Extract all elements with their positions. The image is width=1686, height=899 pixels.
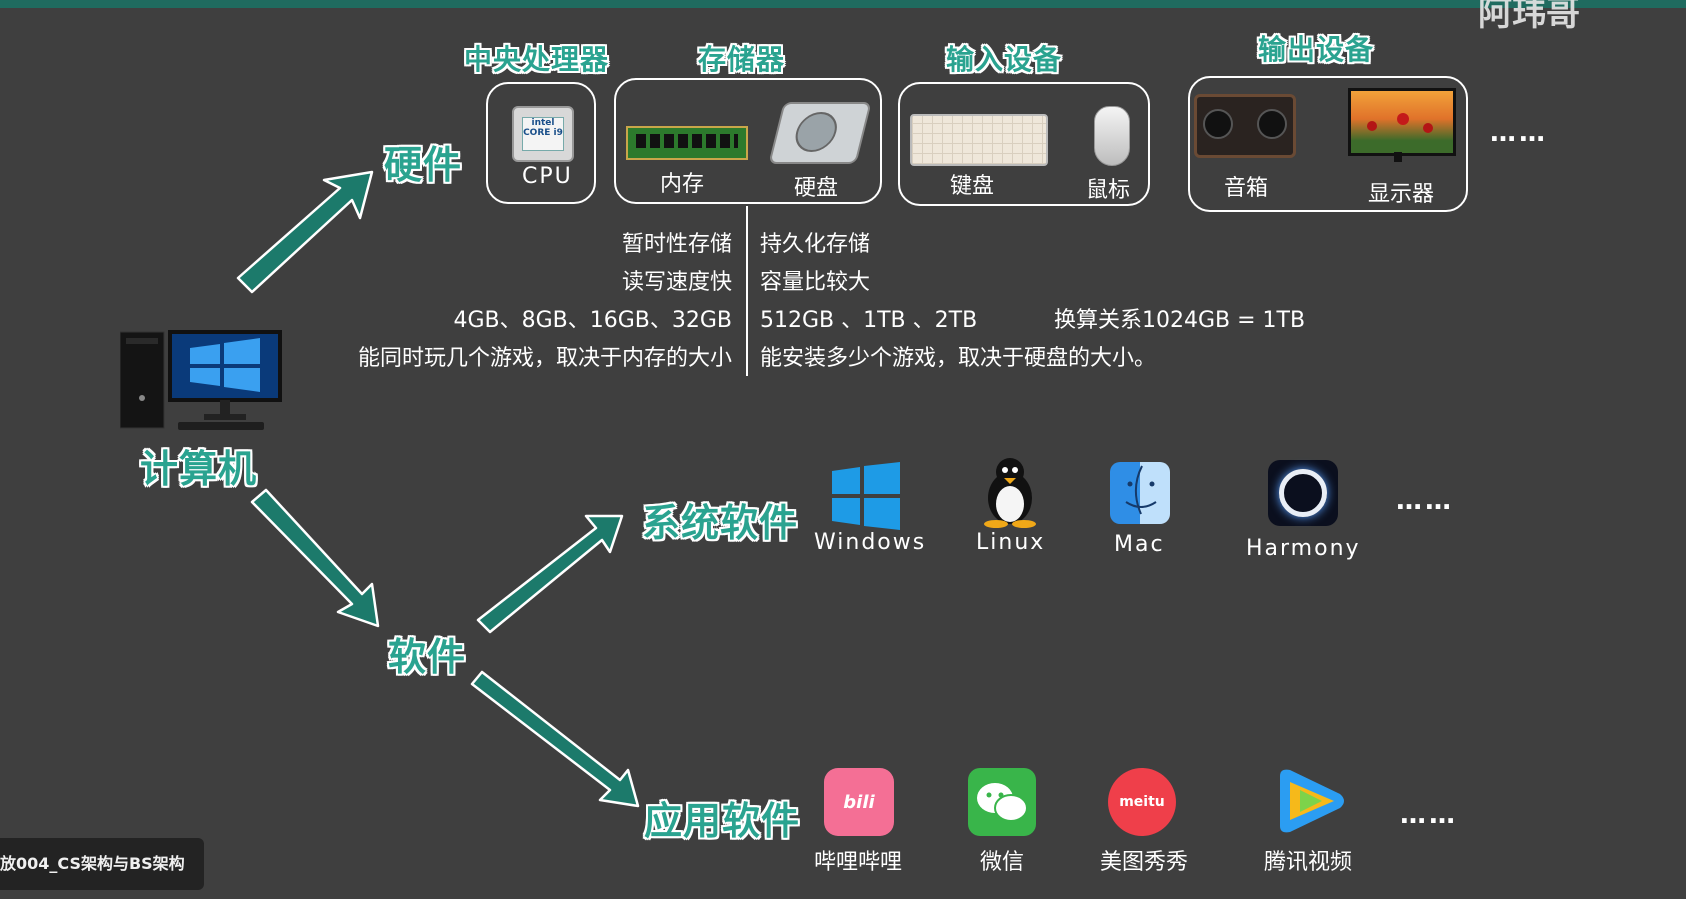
output-box: 音箱 显示器 bbox=[1188, 76, 1468, 212]
ram-label: 内存 bbox=[660, 172, 705, 197]
mac-label: Mac bbox=[1114, 532, 1165, 557]
video-caption: 放004_CS架构与BS架构 bbox=[0, 838, 204, 890]
disk-note-4: 能安装多少个游戏，取决于硬盘的大小。 bbox=[760, 346, 1157, 371]
storage-box: 内存 硬盘 bbox=[614, 78, 882, 204]
linux-label: Linux bbox=[976, 530, 1046, 555]
application-software-more: …… bbox=[1400, 800, 1458, 830]
computer-icon bbox=[119, 328, 284, 432]
arrow-to-application-software bbox=[470, 670, 640, 808]
wechat-icon bbox=[968, 768, 1036, 836]
tencent-video-icon bbox=[1274, 768, 1348, 834]
input-box: 键盘 鼠标 bbox=[898, 82, 1150, 206]
monitor-icon bbox=[1348, 88, 1456, 156]
ram-stick-icon bbox=[626, 126, 748, 160]
bilibili-label: 哔哩哔哩 bbox=[814, 850, 903, 875]
keyboard-icon bbox=[910, 114, 1048, 166]
hard-disk-icon bbox=[768, 102, 872, 164]
arrow-to-system-software bbox=[476, 514, 624, 634]
storage-group-title: 存储器 bbox=[698, 43, 786, 76]
system-software-more: …… bbox=[1396, 486, 1454, 516]
mouse-icon bbox=[1094, 106, 1130, 166]
disk-label: 硬盘 bbox=[794, 176, 839, 201]
windows-label: Windows bbox=[814, 530, 927, 555]
ram-note-3: 4GB、8GB、16GB、32GB bbox=[453, 308, 732, 333]
system-software-label: 系统软件 bbox=[642, 501, 799, 545]
cpu-box: intel CORE i9 CPU bbox=[486, 82, 596, 204]
output-group-title: 输出设备 bbox=[1258, 33, 1375, 66]
harmony-icon bbox=[1268, 460, 1338, 526]
ram-note-1: 暂时性存储 bbox=[621, 232, 732, 257]
keyboard-label: 键盘 bbox=[950, 174, 995, 199]
arrow-to-software bbox=[250, 488, 380, 628]
meitu-label: 美图秀秀 bbox=[1100, 850, 1189, 875]
bilibili-icon: bili bbox=[824, 768, 894, 836]
software-label: 软件 bbox=[388, 635, 467, 679]
cpu-label: CPU bbox=[522, 164, 573, 189]
mouse-label: 鼠标 bbox=[1086, 178, 1131, 203]
hardware-label: 硬件 bbox=[384, 143, 463, 187]
monitor-stand-icon bbox=[1394, 152, 1402, 162]
windows-icon bbox=[832, 462, 900, 530]
mac-finder-icon bbox=[1110, 462, 1170, 524]
cpu-chip-icon: intel CORE i9 bbox=[512, 106, 574, 162]
input-group-title: 输入设备 bbox=[946, 43, 1063, 76]
speaker-icon bbox=[1194, 94, 1296, 158]
tencent-video-label: 腾讯视频 bbox=[1264, 850, 1353, 875]
harmony-label: Harmony bbox=[1246, 536, 1361, 561]
root-label: 计算机 bbox=[140, 447, 258, 491]
wechat-label: 微信 bbox=[980, 850, 1025, 875]
meitu-icon: meitu bbox=[1108, 768, 1176, 836]
conversion-note: 换算关系1024GB = 1TB bbox=[1054, 308, 1306, 333]
disk-note-1: 持久化存储 bbox=[760, 232, 871, 257]
speaker-label: 音箱 bbox=[1224, 176, 1269, 201]
ram-note-4: 能同时玩几个游戏，取决于内存的大小 bbox=[357, 346, 732, 371]
application-software-label: 应用软件 bbox=[644, 799, 801, 843]
hardware-more: …… bbox=[1490, 118, 1548, 148]
disk-note-3: 512GB 、1TB 、2TB bbox=[760, 308, 978, 333]
disk-note-2: 容量比较大 bbox=[760, 270, 871, 295]
linux-penguin-icon bbox=[980, 456, 1040, 528]
ram-note-2: 读写速度快 bbox=[621, 270, 732, 295]
cpu-group-title: 中央处理器 bbox=[464, 43, 610, 76]
monitor-label: 显示器 bbox=[1368, 182, 1435, 207]
